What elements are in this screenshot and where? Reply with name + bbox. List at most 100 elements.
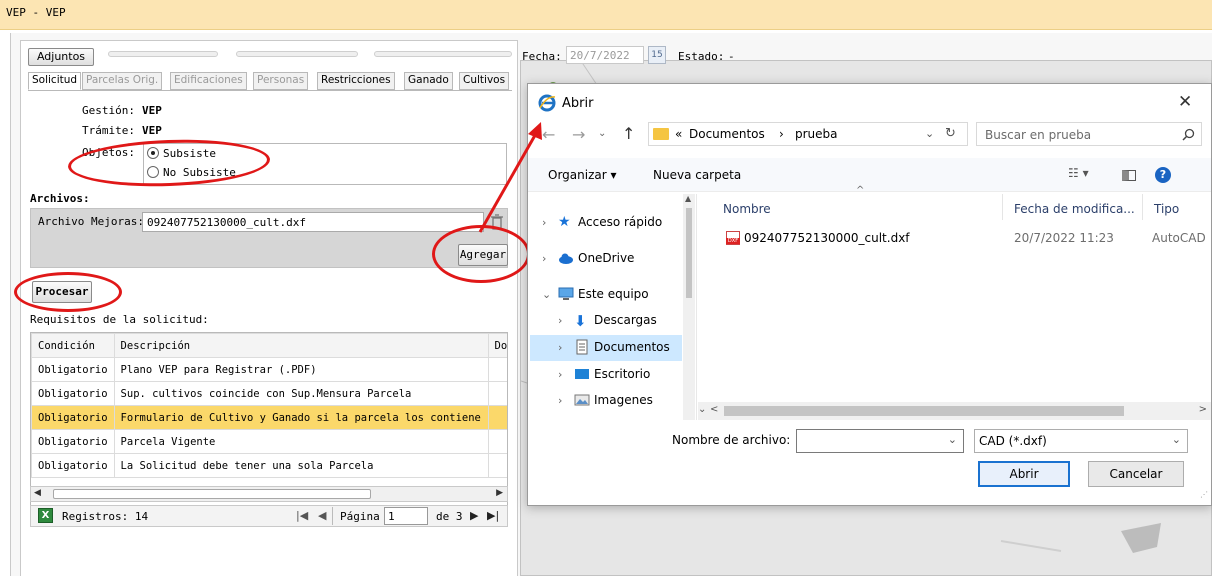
tree-item-onedrive[interactable]: › OneDrive [530, 246, 680, 272]
close-icon[interactable]: ✕ [1178, 92, 1192, 112]
tab-personas[interactable]: Personas [253, 72, 309, 90]
table-row[interactable]: Obligatorio Parcela Vigente [31, 429, 507, 454]
file-type-filter[interactable]: CAD (*.dxf) [979, 434, 1047, 448]
chevron-right-icon[interactable]: › [558, 314, 562, 327]
first-page-icon[interactable]: |◀ [296, 509, 308, 522]
pictures-icon [574, 394, 590, 406]
column-header-fecha[interactable]: Fecha de modifica... [1014, 202, 1135, 216]
cancel-button[interactable]: Cancelar [1088, 461, 1184, 487]
tree-label: Descargas [594, 313, 657, 327]
tree-item-descargas[interactable]: › ⬇ Descargas [546, 308, 696, 334]
file-row[interactable]: DXF 092407752130000_cult.dxf 20/7/2022 1… [718, 228, 1208, 250]
tree-item-acceso-rapido[interactable]: › ★ Acceso rápido [530, 210, 680, 236]
chevron-down-icon[interactable]: ⌄ [542, 288, 551, 301]
tree-label: Imagenes [594, 393, 653, 407]
refresh-icon[interactable]: ↻ [945, 126, 956, 141]
recent-locations-icon[interactable]: ⌄ [598, 128, 606, 139]
slider-track-1[interactable] [108, 51, 218, 57]
cell-doc [487, 357, 507, 382]
up-arrow-icon[interactable]: ↑ [622, 124, 635, 143]
help-icon[interactable]: ? [1155, 167, 1171, 183]
grid-header-row: Condición Descripción Doc [31, 333, 507, 358]
search-box[interactable]: Buscar en prueba [976, 122, 1202, 146]
calendar-icon[interactable]: 15 [648, 46, 666, 64]
prev-page-icon[interactable]: ◀ [318, 509, 326, 522]
file-scroll-right-icon[interactable]: > [1199, 404, 1207, 415]
tree-item-este-equipo[interactable]: ⌄ Este equipo [530, 282, 680, 308]
tab-cultivos[interactable]: Cultivos [459, 72, 510, 90]
tree-item-documentos[interactable]: › Documentos [530, 335, 682, 361]
file-scroll-left-icon[interactable]: < [710, 404, 718, 415]
column-header-descripcion[interactable]: Descripción [113, 333, 489, 358]
scroll-left-icon[interactable]: ◀ [34, 488, 41, 498]
chevron-right-icon[interactable]: › [558, 341, 562, 354]
chevron-right-icon[interactable]: › [542, 216, 546, 229]
column-header-condicion[interactable]: Condición [31, 333, 115, 358]
filename-input[interactable]: ⌄ [796, 429, 964, 453]
nav-scroll-up-icon[interactable]: ▲ [685, 194, 691, 203]
chevron-right-icon[interactable]: › [558, 394, 562, 407]
file-scroll-down-icon[interactable]: ⌄ [698, 404, 706, 415]
tree-item-escritorio[interactable]: › Escritorio [546, 362, 696, 388]
tab-restricciones[interactable]: Restricciones [317, 72, 395, 90]
filename-dropdown-icon[interactable]: ⌄ [948, 433, 957, 446]
scroll-right-icon[interactable]: ▶ [496, 488, 503, 498]
address-dropdown-icon[interactable]: ⌄ [925, 127, 934, 140]
table-row-selected[interactable]: Obligatorio Formulario de Cultivo y Ganad… [31, 405, 507, 430]
fecha-field[interactable]: 20/7/2022 [566, 46, 644, 64]
chevron-right-icon[interactable]: › [542, 252, 546, 265]
tab-parcelas-orig[interactable]: Parcelas Orig. [82, 72, 163, 90]
dxf-file-icon-label: DXF [726, 238, 740, 244]
page-number-input[interactable]: 1 [384, 507, 428, 525]
archivo-mejoras-field[interactable]: 092407752130000_cult.dxf [142, 212, 484, 232]
breadcrumb-documentos[interactable]: Documentos [689, 127, 765, 141]
column-header-nombre[interactable]: Nombre [723, 202, 771, 216]
excel-export-icon[interactable]: X [38, 508, 53, 523]
column-divider [1142, 194, 1143, 220]
back-arrow-icon[interactable]: ← [542, 125, 555, 144]
file-scroll-thumb[interactable] [724, 406, 1124, 416]
filename-label: Nombre de archivo: [672, 433, 791, 447]
breadcrumb-separator: › [779, 127, 784, 141]
last-page-icon[interactable]: ▶| [487, 509, 499, 522]
nav-scroll-thumb[interactable] [686, 208, 692, 298]
archivos-heading: Archivos: [30, 192, 90, 205]
cell-condicion: Obligatorio [31, 405, 115, 430]
slider-track-2[interactable] [236, 51, 358, 57]
tab-ganado[interactable]: Ganado [404, 72, 453, 90]
forward-arrow-icon[interactable]: → [572, 125, 585, 144]
tab-adjuntos[interactable]: Adjuntos [28, 48, 94, 66]
file-name[interactable]: 092407752130000_cult.dxf [744, 231, 910, 245]
next-page-icon[interactable]: ▶ [470, 509, 478, 522]
pager-separator [332, 507, 333, 525]
preview-pane-icon[interactable] [1122, 170, 1136, 181]
column-header-doc[interactable]: Doc [487, 333, 507, 358]
horizontal-scrollbar[interactable]: ◀ ▶ [30, 486, 508, 502]
chevron-right-icon[interactable]: › [558, 368, 562, 381]
tramite-value: VEP [142, 124, 162, 137]
slider-track-3[interactable] [374, 51, 512, 57]
dxf-file-icon: DXF [726, 231, 740, 245]
breadcrumb-prueba[interactable]: prueba [795, 127, 838, 141]
organizar-menu[interactable]: Organizar ▾ [548, 168, 617, 182]
address-bar[interactable]: « Documentos › prueba ⌄ ↻ [648, 122, 968, 146]
search-icon[interactable] [1182, 128, 1195, 141]
view-options-icon[interactable]: ☷ ▾ [1068, 166, 1089, 180]
resize-grip-icon[interactable]: ⋰ [1200, 490, 1208, 499]
filter-dropdown-icon[interactable]: ⌄ [1172, 433, 1181, 446]
pagina-label: Página [340, 510, 380, 523]
column-header-tipo[interactable]: Tipo [1154, 202, 1179, 216]
open-button[interactable]: Abrir [978, 461, 1070, 487]
search-placeholder[interactable]: Buscar en prueba [985, 128, 1091, 142]
scrollbar-thumb[interactable] [53, 489, 371, 499]
nueva-carpeta-button[interactable]: Nueva carpeta [653, 168, 741, 182]
table-row[interactable]: Obligatorio Sup. cultivos coincide con Su… [31, 381, 507, 406]
table-row[interactable]: Obligatorio Plano VEP para Registrar (.PD… [31, 357, 507, 382]
tree-item-imagenes[interactable]: › Imagenes [546, 388, 696, 414]
breadcrumb-prefix[interactable]: « [675, 127, 682, 141]
file-list-scrollbar[interactable]: ⌄ < > [698, 402, 1211, 420]
tab-edificaciones[interactable]: Edificaciones [170, 72, 247, 90]
table-row[interactable]: Obligatorio La Solicitud debe tener una s… [31, 453, 507, 478]
tab-solicitud[interactable]: Solicitud [28, 72, 82, 90]
file-type-select[interactable]: CAD (*.dxf) ⌄ [974, 429, 1188, 453]
